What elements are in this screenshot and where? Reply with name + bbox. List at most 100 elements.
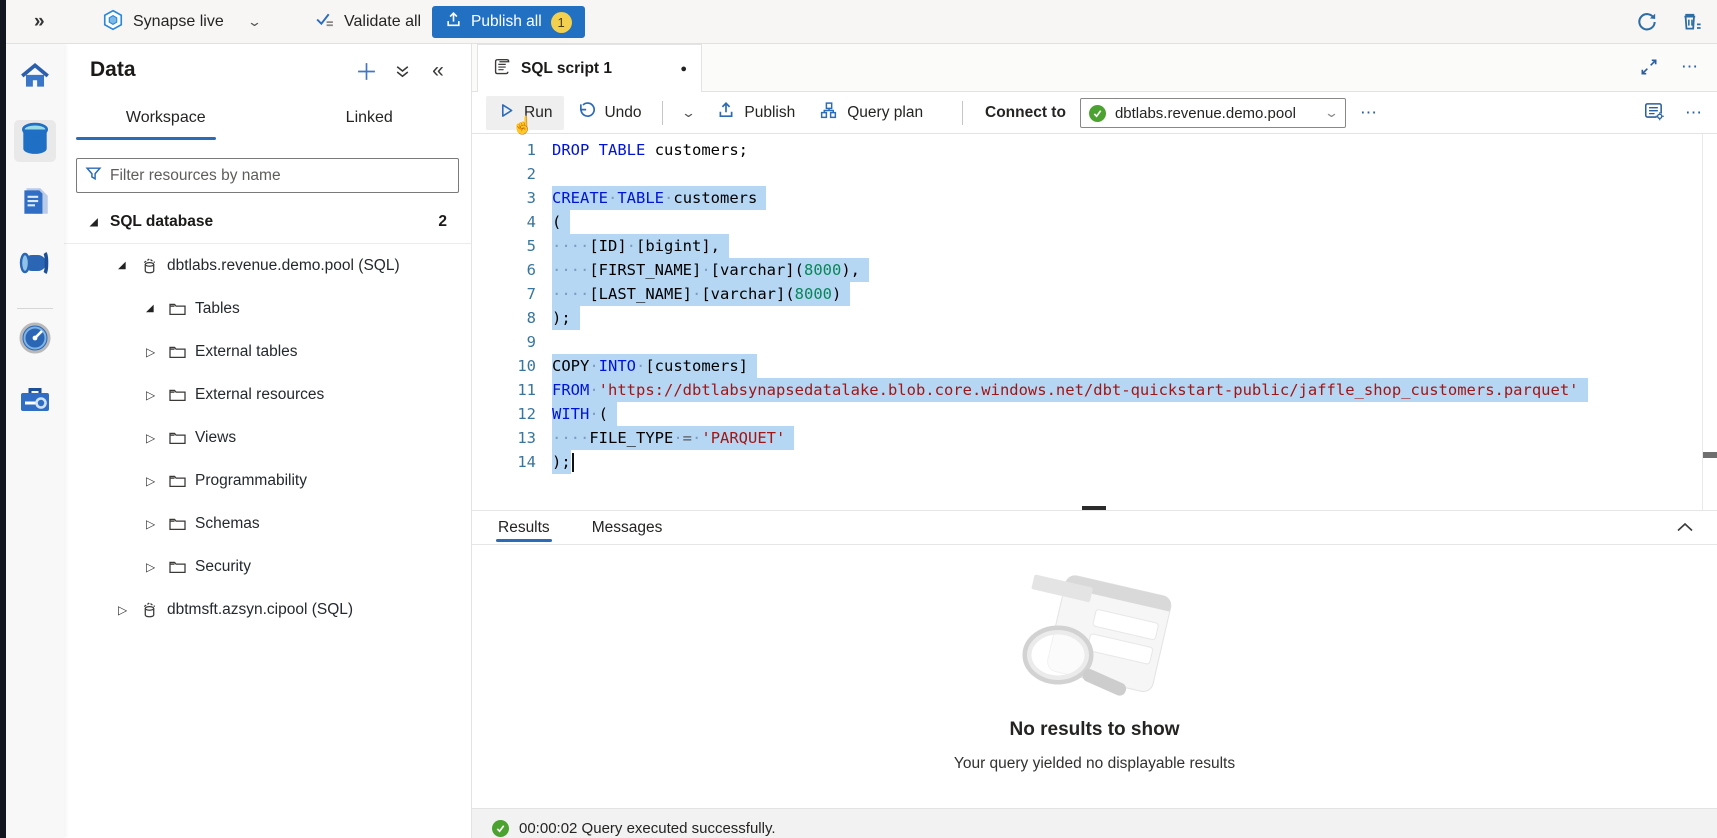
undo-button[interactable]: Undo (564, 95, 653, 131)
line-number: 2 (472, 162, 536, 186)
pool-name: dbtlabs.revenue.demo.pool (1115, 105, 1296, 122)
folder-icon (168, 387, 187, 402)
mode-selector[interactable]: Synapse live ⌄ (102, 0, 260, 44)
run-options-chevron[interactable]: ⌄ (671, 99, 706, 127)
publish-button[interactable]: Publish (705, 95, 807, 130)
token-id: [ID] (589, 237, 626, 255)
results-tab-bar: Results Messages (472, 510, 1717, 545)
nav-manage-button[interactable] (14, 381, 56, 423)
tree-collapsed-icon[interactable]: ▷ (146, 345, 162, 359)
nav-monitor-button[interactable] (14, 319, 56, 361)
code-line[interactable]: 7····[LAST_NAME]·[varchar](8000) (472, 282, 1717, 306)
token-op: = (683, 429, 692, 447)
nav-integrate-button[interactable] (14, 244, 56, 286)
expand-editor-icon[interactable] (1639, 57, 1661, 79)
collapse-panel-icon[interactable]: « (427, 60, 449, 82)
query-plan-button[interactable]: Query plan (807, 95, 935, 131)
tree-item[interactable]: ▷dbtmsft.azsyn.cipool (SQL) (64, 588, 471, 631)
code-line[interactable]: 2 (472, 162, 1717, 186)
editor-scrollbar-thumb[interactable] (1703, 452, 1717, 458)
token-ws: · (627, 237, 636, 255)
refresh-button[interactable] (1635, 10, 1659, 34)
sql-code-editor[interactable]: 1DROP TABLE customers;23CREATE·TABLE·cus… (472, 134, 1717, 510)
tree-item[interactable]: ▷Programmability (64, 459, 471, 502)
filter-input[interactable] (110, 167, 450, 185)
tab-workspace[interactable]: Workspace (64, 96, 268, 140)
tab-title: SQL script 1 (521, 60, 612, 78)
tree-expanded-icon[interactable]: ◢ (146, 303, 162, 314)
pipeline-icon (18, 248, 52, 283)
code-line[interactable]: 6····[FIRST_NAME]·[varchar](8000), (472, 258, 1717, 282)
token-ws: · (636, 357, 645, 375)
tree-expanded-icon[interactable]: ◢ (90, 217, 106, 228)
publish-all-button[interactable]: Publish all 1 (432, 6, 585, 38)
success-check-icon (492, 820, 509, 837)
selection-highlight: ( (552, 210, 570, 234)
folder-icon (168, 516, 187, 531)
tab-sql-script[interactable]: SQL script 1 ● (477, 44, 702, 92)
editor-more-actions-icon[interactable]: ⋯ (1685, 103, 1703, 123)
collapse-all-icon[interactable] (391, 60, 413, 82)
editor-settings-icon[interactable] (1643, 100, 1665, 127)
code-line[interactable]: 5····[ID]·[bigint], (472, 234, 1717, 258)
code-line-content: ( (536, 210, 570, 234)
token-kw: WITH (552, 405, 589, 423)
nav-develop-button[interactable] (14, 182, 56, 224)
tree-collapsed-icon[interactable]: ▷ (146, 388, 162, 402)
validate-all-button[interactable]: Validate all (314, 0, 421, 44)
code-line[interactable]: 1DROP TABLE customers; (472, 138, 1717, 162)
tree-item[interactable]: ◢dbtlabs.revenue.demo.pool (SQL) (64, 244, 471, 287)
selection-highlight: ); (552, 450, 571, 474)
panel-resize-handle[interactable] (1082, 506, 1106, 510)
tree-item-label: Tables (195, 300, 240, 318)
code-line[interactable]: 12WITH·( (472, 402, 1717, 426)
code-line[interactable]: 11FROM·'https://dbtlabsynapsedatalake.bl… (472, 378, 1717, 402)
tab-results[interactable]: Results (498, 511, 550, 544)
code-line-content: COPY·INTO·[customers] (536, 354, 757, 378)
chevron-down-icon: ⌄ (680, 105, 695, 121)
folder-icon (168, 473, 187, 488)
add-resource-button[interactable] (355, 60, 377, 82)
text-cursor (572, 453, 574, 472)
code-line[interactable]: 13····FILE_TYPE·=·'PARQUET' (472, 426, 1717, 450)
token-num: 8000 (795, 285, 832, 303)
token-id: [bigint], (636, 237, 720, 255)
tree-item[interactable]: ◢SQL database2 (64, 201, 471, 244)
code-line[interactable]: 4( (472, 210, 1717, 234)
code-line[interactable]: 9 (472, 330, 1717, 354)
collapse-results-icon[interactable] (1675, 520, 1695, 539)
tree-item[interactable]: ▷Views (64, 416, 471, 459)
tree-collapsed-icon[interactable]: ▷ (146, 474, 162, 488)
pool-select[interactable]: dbtlabs.revenue.demo.pool ⌄ (1080, 98, 1346, 128)
token-ws: ···· (552, 285, 589, 303)
tree-expanded-icon[interactable]: ◢ (118, 260, 134, 271)
tree-collapsed-icon[interactable]: ▷ (118, 603, 134, 617)
line-number: 1 (472, 138, 536, 162)
connect-more-icon[interactable]: ⋯ (1360, 103, 1378, 123)
tree-item[interactable]: ▷Security (64, 545, 471, 588)
tree-collapsed-icon[interactable]: ▷ (146, 560, 162, 574)
tree-item[interactable]: ◢ Tables (64, 287, 471, 330)
token-ws: · (664, 189, 673, 207)
code-line[interactable]: 3CREATE·TABLE·customers (472, 186, 1717, 210)
nav-home-button[interactable] (14, 58, 56, 100)
code-line[interactable]: 10COPY·INTO·[customers] (472, 354, 1717, 378)
code-line[interactable]: 14); (472, 450, 1717, 474)
tab-linked[interactable]: Linked (268, 96, 472, 140)
line-number: 11 (472, 378, 536, 402)
resource-tree: ◢SQL database2◢dbtlabs.revenue.demo.pool… (64, 201, 471, 631)
tree-item[interactable]: ▷External tables (64, 330, 471, 373)
tab-messages[interactable]: Messages (592, 511, 663, 544)
token-kw: FROM (552, 381, 589, 399)
tree-item[interactable]: ▷External resources (64, 373, 471, 416)
expand-sidebar-button[interactable]: » (34, 0, 45, 44)
nav-data-button[interactable] (14, 120, 56, 162)
tree-item[interactable]: ▷Schemas (64, 502, 471, 545)
validate-label: Validate all (344, 13, 421, 31)
tree-collapsed-icon[interactable]: ▷ (146, 431, 162, 445)
code-line[interactable]: 8); (472, 306, 1717, 330)
selection-highlight: COPY·INTO·[customers] (552, 354, 757, 378)
tab-more-actions-icon[interactable]: ⋯ (1681, 57, 1703, 79)
tree-collapsed-icon[interactable]: ▷ (146, 517, 162, 531)
trash-button[interactable] (1679, 10, 1703, 34)
